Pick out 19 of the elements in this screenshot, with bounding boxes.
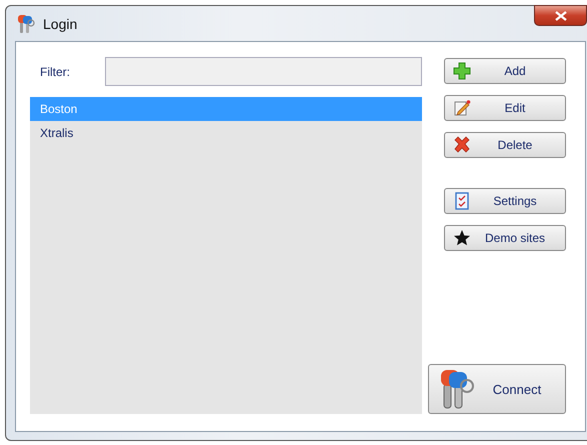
toolbar-button[interactable]: Edit (444, 95, 566, 121)
toolbar-button[interactable]: Delete (444, 132, 566, 158)
toolbar-button[interactable]: Add (444, 58, 566, 84)
toolbar-button[interactable]: Settings (444, 188, 566, 214)
site-item[interactable]: Xtralis (30, 121, 422, 145)
toolbar-button[interactable]: Demo sites (444, 225, 566, 251)
star-icon (453, 229, 471, 247)
connect-button[interactable]: Connect (428, 364, 566, 414)
window-title: Login (43, 16, 78, 32)
close-button[interactable] (534, 5, 587, 26)
plus-icon (453, 62, 471, 80)
filter-label: Filter: (39, 64, 71, 78)
x-icon (453, 136, 471, 154)
notepad-pencil-icon (453, 99, 471, 117)
keys-icon (17, 14, 35, 34)
close-icon (554, 10, 566, 20)
checklist-icon (453, 192, 471, 210)
keys-icon (439, 368, 477, 410)
filter-field[interactable] (105, 57, 422, 86)
